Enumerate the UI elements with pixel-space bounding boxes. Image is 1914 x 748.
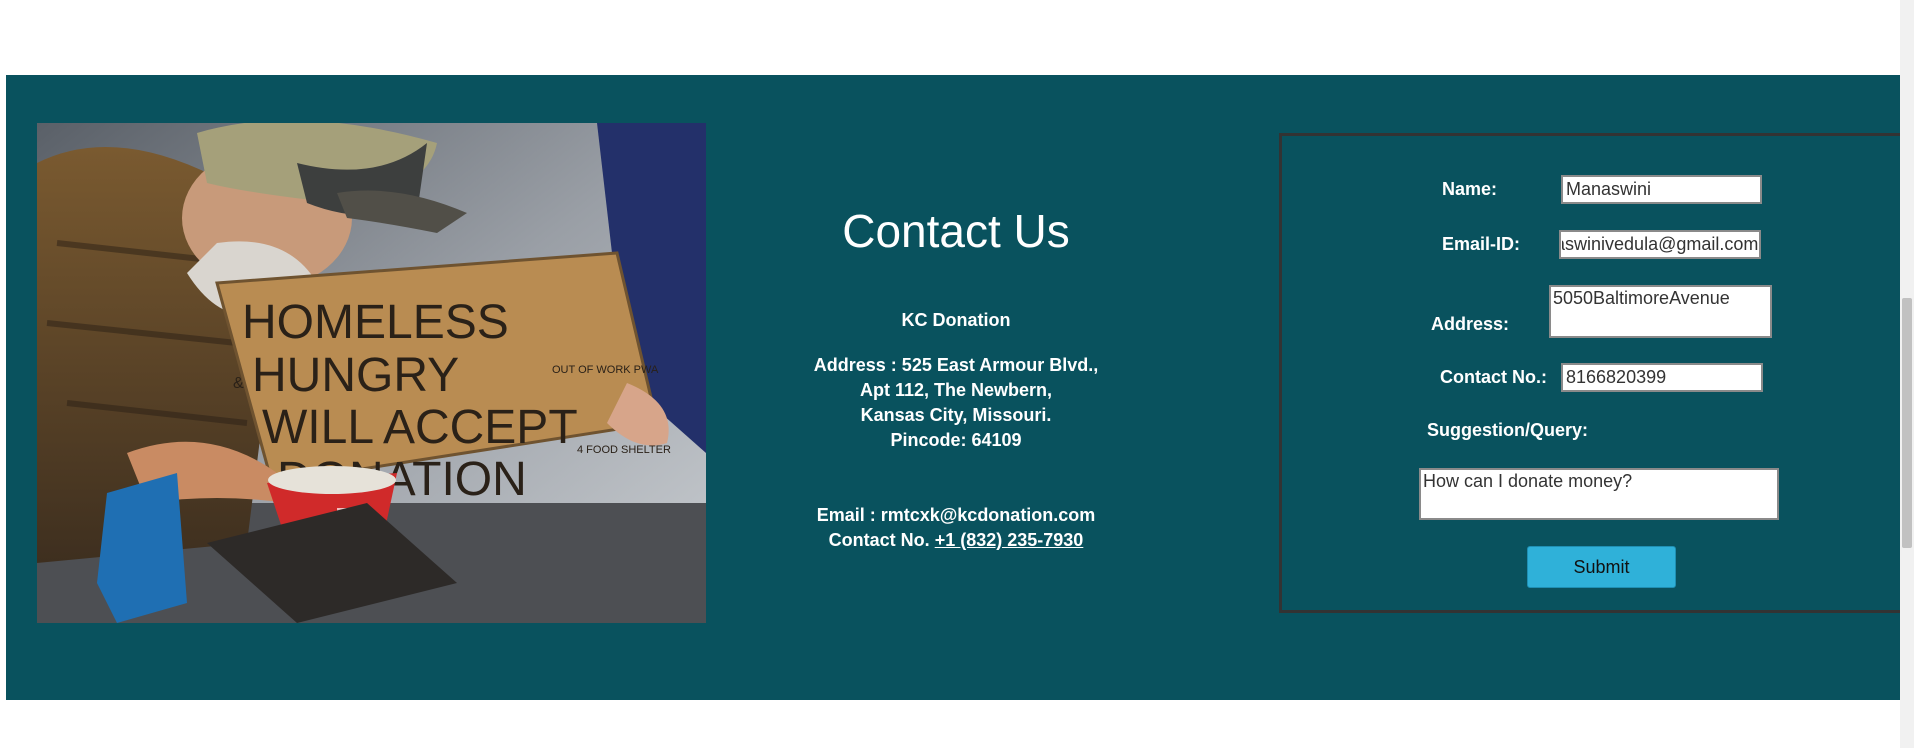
- contact-number-input[interactable]: [1561, 363, 1763, 392]
- submit-button[interactable]: Submit: [1527, 546, 1676, 588]
- name-label: Name:: [1442, 179, 1498, 199]
- address-block: Address : 525 East Armour Blvd., Apt 112…: [760, 353, 1152, 453]
- pincode-line: Pincode: 64109: [890, 430, 1022, 450]
- contact-number-label: Contact No.:: [1440, 367, 1547, 387]
- sign-line-3: WILL ACCEPT: [262, 401, 578, 454]
- address-line: Apt 112, The Newbern,: [859, 380, 1053, 400]
- donation-photo: HOMELESS HUNGRY WILL ACCEPT DONATION & O…: [37, 123, 706, 623]
- address-label: Address:: [1431, 314, 1510, 334]
- name-input[interactable]: [1561, 175, 1762, 204]
- sign-small-text-1: OUT OF WORK PWA: [552, 364, 659, 376]
- scrollbar-thumb[interactable]: [1902, 298, 1912, 548]
- email-line: Email : rmtcxk@kcdonation.com: [816, 505, 1096, 525]
- contact-title: Contact Us: [842, 205, 1070, 257]
- sign-ampersand: &: [233, 375, 244, 392]
- query-input[interactable]: How can I donate money?: [1419, 468, 1779, 520]
- query-label: Suggestion/Query:: [1427, 420, 1589, 440]
- address-line: Kansas City, Missouri.: [860, 405, 1052, 425]
- phone-prefix: Contact No.: [828, 530, 930, 550]
- address-line: Address : 525 East Armour Blvd.,: [813, 355, 1099, 375]
- org-name: KC Donation: [901, 310, 1011, 330]
- sign-line-1: HOMELESS: [242, 296, 509, 349]
- sign-small-text-2: 4 FOOD SHELTER: [577, 444, 671, 456]
- address-input[interactable]: 5050BaltimoreAvenue: [1549, 285, 1772, 338]
- sign-line-2: HUNGRY: [252, 349, 459, 402]
- phone-link[interactable]: +1 (832) 235-7930: [935, 530, 1084, 550]
- phone-line: Contact No. +1 (832) 235-7930: [760, 528, 1152, 553]
- email-label: Email-ID:: [1442, 234, 1521, 254]
- email-input[interactable]: [1559, 230, 1761, 259]
- contact-lines: Email : rmtcxk@kcdonation.com Contact No…: [760, 503, 1152, 553]
- contact-info: Contact Us KC Donation Address : 525 Eas…: [760, 120, 1152, 553]
